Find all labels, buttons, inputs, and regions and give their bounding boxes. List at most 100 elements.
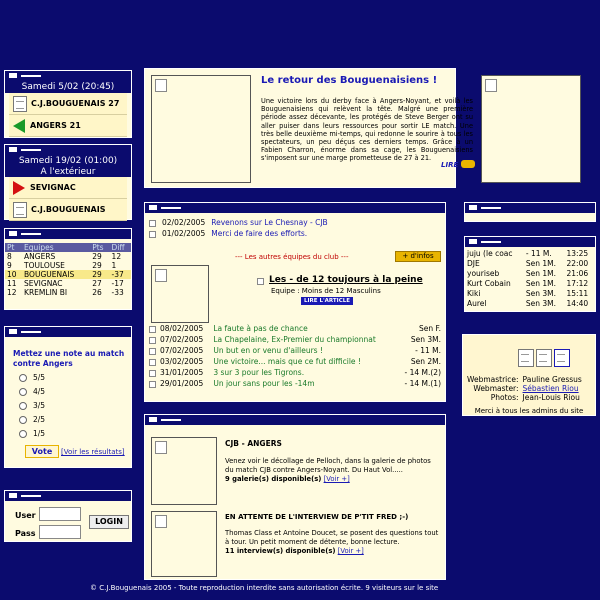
news-item[interactable]: 08/02/2005 La faute à pas de chance Sen F.: [149, 323, 441, 334]
home-team-row[interactable]: C.J.BOUGUENAIS 27: [9, 93, 127, 115]
news-item[interactable]: 01/02/2005 Merci de faire des efforts.: [149, 228, 328, 239]
document-icon: [13, 201, 27, 218]
user-name[interactable]: Kurt Cobain: [465, 279, 524, 289]
ranking-pts: 29: [92, 252, 102, 261]
user-row[interactable]: DJE Sen 1M. 22:00: [465, 259, 595, 269]
ranking-team: ANGERS: [24, 252, 56, 261]
gallery-title[interactable]: CJB - ANGERS: [225, 439, 282, 448]
away-score: 21: [69, 121, 81, 130]
checkbox[interactable]: [149, 325, 156, 333]
gallery-more-link[interactable]: [Voir +]: [324, 475, 350, 483]
user-row[interactable]: Kurt Cobain Sen 1M. 17:12: [465, 279, 595, 289]
poll-option[interactable]: 4/5: [19, 385, 45, 399]
read-more-link[interactable]: LIRE: [441, 161, 458, 169]
team-article-title[interactable]: Les - de 12 toujours à la peine: [269, 275, 423, 285]
admin-photo-icon[interactable]: [536, 349, 552, 367]
news-title[interactable]: Un jour sans pour les -14m: [213, 378, 399, 389]
ranking-header-team: Equipes: [22, 243, 91, 252]
admin-photo-icon[interactable]: [554, 349, 570, 367]
admin-name-link[interactable]: Sébastien Riou: [523, 384, 582, 393]
radio-button[interactable]: [19, 388, 27, 396]
team2-name: C.J.BOUGUENAIS: [31, 205, 106, 214]
interview-more-link[interactable]: [Voir +]: [338, 547, 364, 555]
poll-option[interactable]: 2/5: [19, 413, 45, 427]
checkbox[interactable]: [149, 380, 156, 388]
user-row[interactable]: youriseb Sen 1M. 21:06: [465, 269, 595, 279]
ranking-pts: 29: [92, 261, 102, 270]
user-name[interactable]: Aurel: [465, 299, 524, 309]
user-row[interactable]: Kiki Sen 3M. 15:11: [465, 289, 595, 299]
other-teams-label: --- Les autres équipes du club ---: [235, 253, 349, 261]
view-results-link[interactable]: [Voir les résultats]: [61, 448, 125, 456]
ranking-header-diff: Diff: [109, 243, 131, 252]
gallery-photo[interactable]: [151, 437, 217, 505]
news-title[interactable]: Merci de faire des efforts.: [211, 228, 327, 239]
more-info-button[interactable]: + d'infos: [395, 251, 441, 262]
news-item[interactable]: 07/02/2005 La Chapelaine, Ex-Premier du c…: [149, 334, 441, 345]
news-title[interactable]: La Chapelaine, Ex-Premier du championnat: [213, 334, 399, 345]
user-name[interactable]: juju (le coac: [465, 249, 524, 259]
user-name[interactable]: Kiki: [465, 289, 524, 299]
poll-option[interactable]: 1/5: [19, 427, 45, 441]
poll-option-label: 1/5: [33, 429, 46, 438]
news-item[interactable]: 03/02/2005 Une victoire... mais que ce fu…: [149, 356, 441, 367]
login-button[interactable]: LOGIN: [89, 515, 129, 529]
away-team-row[interactable]: ANGERS 21: [9, 115, 127, 137]
checkbox[interactable]: [149, 347, 156, 355]
news-date: 02/02/2005: [162, 218, 206, 227]
admin-photo-icon[interactable]: [518, 349, 534, 367]
user-row[interactable]: Aurel Sen 3M. 14:40: [465, 299, 595, 309]
radio-button[interactable]: [19, 402, 27, 410]
gallery-footer: 9 galerie(s) disponible(s) [Voir +]: [225, 475, 350, 483]
radio-button[interactable]: [19, 416, 27, 424]
poll-option-label: 5/5: [33, 373, 46, 382]
user-time: 17:12: [566, 279, 589, 288]
checkbox[interactable]: [149, 230, 156, 238]
red-arrow-icon: [13, 180, 25, 195]
team1-row[interactable]: SEVIGNAC: [9, 177, 127, 199]
panel-icon: [469, 205, 477, 210]
ranking-row: 12 KREMLIN BI 26 -33: [5, 288, 131, 297]
user-name[interactable]: DJE: [465, 259, 524, 269]
user-name[interactable]: youriseb: [465, 269, 524, 279]
checkbox[interactable]: [257, 278, 264, 285]
user-row[interactable]: juju (le coac - 11 M. 13:25: [465, 249, 595, 259]
interview-photo[interactable]: [151, 511, 217, 577]
team2-row[interactable]: C.J.BOUGUENAIS: [9, 199, 127, 221]
pass-input[interactable]: [39, 525, 81, 539]
news-title[interactable]: La faute à pas de chance: [213, 323, 399, 334]
read-article-button[interactable]: LIRE L'ARTICLE: [301, 297, 353, 305]
ranking-team: SEVIGNAC: [24, 279, 63, 288]
ranking-pts: 27: [92, 279, 102, 288]
poll-option[interactable]: 5/5: [19, 371, 45, 385]
panel-icon: [469, 239, 477, 244]
login-panel: User Pass LOGIN: [4, 490, 132, 542]
poll-option[interactable]: 3/5: [19, 399, 45, 413]
news-item[interactable]: 07/02/2005 Un but en or venu d'ailleurs !…: [149, 345, 441, 356]
users-table: juju (le coac - 11 M. 13:25 DJE Sen 1M. 22:0…: [465, 249, 595, 309]
news-title[interactable]: Une victoire... mais que ce fut difficil…: [213, 356, 399, 367]
user-input[interactable]: [39, 507, 81, 521]
news-item[interactable]: 29/01/2005 Un jour sans pour les -14m - 14…: [149, 378, 441, 389]
news-bottom-list: 08/02/2005 La faute à pas de chance Sen F.…: [149, 323, 441, 389]
panel-icon: [149, 417, 157, 422]
news-item[interactable]: 02/02/2005 Revenons sur Le Chesnay - CJB: [149, 217, 328, 228]
news-team: Sen 2M.: [410, 357, 441, 366]
news-title[interactable]: Revenons sur Le Chesnay - CJB: [211, 217, 327, 228]
checkbox[interactable]: [149, 219, 156, 227]
checkbox[interactable]: [149, 336, 156, 344]
vote-button[interactable]: Vote: [25, 445, 59, 458]
radio-button[interactable]: [19, 374, 27, 382]
admin-role: Webmastrice:: [467, 375, 519, 384]
checkbox[interactable]: [149, 358, 156, 366]
news-title[interactable]: Un but en or venu d'ailleurs !: [213, 345, 399, 356]
radio-button[interactable]: [19, 430, 27, 438]
home-score: 27: [108, 99, 120, 108]
ranking-pts: 26: [92, 288, 102, 297]
news-title[interactable]: 3 sur 3 pour les Tigrons.: [213, 367, 399, 378]
team-article-photo: [151, 265, 209, 323]
checkbox[interactable]: [149, 369, 156, 377]
interview-title[interactable]: EN ATTENTE DE L'INTERVIEW DE P'TIT FRED …: [225, 513, 408, 521]
ranking-diff: -33: [111, 288, 124, 297]
news-item[interactable]: 31/01/2005 3 sur 3 pour les Tigrons. - 14 …: [149, 367, 441, 378]
